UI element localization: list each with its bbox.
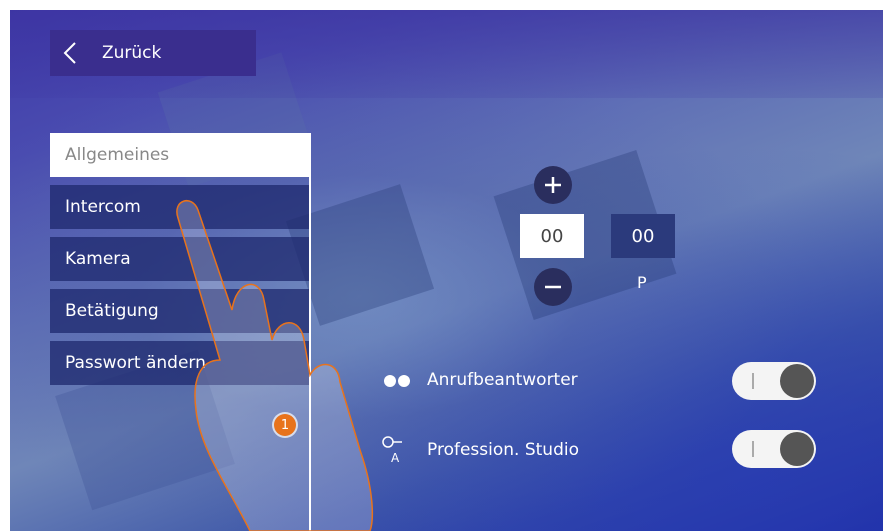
p-label: P <box>637 273 647 292</box>
menu-item-label: Allgemeines <box>65 145 170 165</box>
answering-machine-toggle[interactable] <box>732 362 816 400</box>
plus-icon <box>545 177 561 193</box>
increment-button[interactable] <box>534 166 572 204</box>
menu-item-label: Intercom <box>65 197 141 217</box>
back-button[interactable]: Zurück <box>50 30 256 76</box>
step-number-badge: 1 <box>274 414 296 436</box>
back-button-label: Zurück <box>102 43 162 63</box>
toggle-knob <box>780 364 814 398</box>
answering-machine-label: Anrufbeantworter <box>427 370 578 390</box>
address-value-field[interactable]: 00 <box>520 214 584 258</box>
toggle-on-mark <box>752 373 754 389</box>
minus-icon <box>545 285 561 289</box>
toggle-knob <box>780 432 814 466</box>
professional-studio-label: Profession. Studio <box>427 440 579 460</box>
pointing-hand-illustration <box>176 200 373 531</box>
professional-studio-toggle[interactable] <box>732 430 816 468</box>
menu-item-label: Kamera <box>65 249 131 269</box>
screen: Zurück Allgemeines Intercom Kamera Betät… <box>10 10 883 531</box>
chevron-left-icon <box>50 41 90 65</box>
decrement-button[interactable] <box>534 268 572 306</box>
address-p-value-field[interactable]: 00 <box>611 214 675 258</box>
toggle-on-mark <box>752 441 754 457</box>
menu-item-label: Betätigung <box>65 301 159 321</box>
menu-item-allgemeines[interactable]: Allgemeines <box>50 133 309 177</box>
